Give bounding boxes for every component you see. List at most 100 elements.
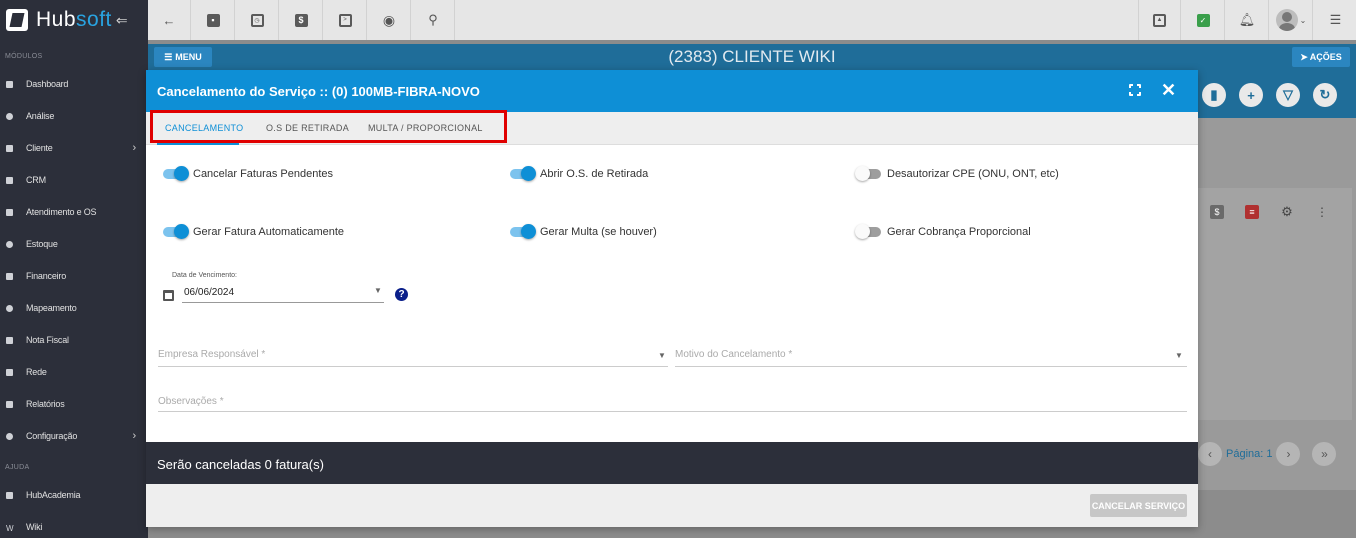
- summary-text: Serão canceladas 0 fatura(s): [157, 457, 324, 472]
- toggle-label: Desautorizar CPE (ONU, ONT, etc): [887, 168, 1059, 180]
- invoice-icon[interactable]: ≡: [1245, 205, 1259, 219]
- document-button[interactable]: ▮: [1202, 83, 1226, 107]
- toggle-switch[interactable]: [510, 166, 536, 181]
- sidebar-item-label: Nota Fiscal: [26, 335, 69, 345]
- calendar-icon: [6, 208, 13, 216]
- finance-icon[interactable]: $: [1210, 205, 1224, 219]
- refresh-icon: ↻: [1319, 87, 1331, 102]
- cancel-service-modal: Cancelamento do Serviço :: (0) 100MB-FIB…: [146, 70, 1198, 527]
- brand-name-accent: soft: [76, 8, 112, 31]
- sidebar-item-atendimento[interactable]: Atendimento e OS: [0, 202, 148, 222]
- toggle-desautorizar-cpe[interactable]: Desautorizar CPE (ONU, ONT, etc): [855, 166, 1059, 181]
- search-button[interactable]: ⚲: [412, 0, 455, 40]
- dropdown-caret-icon[interactable]: ▼: [374, 286, 382, 295]
- more-vertical-icon[interactable]: ⋮: [1315, 205, 1329, 219]
- arrow-left-icon: ←: [162, 12, 176, 28]
- next-page-button[interactable]: ›: [1276, 442, 1301, 466]
- cancel-service-button[interactable]: CANCELAR SERVIÇO: [1090, 494, 1187, 517]
- toggle-switch[interactable]: [855, 166, 881, 181]
- modal-title: Cancelamento do Serviço :: (0) 100MB-FIB…: [157, 84, 480, 99]
- eye-icon: ◉: [382, 11, 396, 28]
- sidebar-item-financeiro[interactable]: Financeiro: [0, 266, 148, 286]
- close-icon[interactable]: ✕: [1161, 80, 1176, 101]
- send-icon: ➤: [1300, 51, 1308, 62]
- list-icon: ☰: [1329, 12, 1342, 27]
- reason-caret-icon[interactable]: ▼: [1175, 351, 1183, 360]
- chevron-down-icon: ⌄: [1299, 15, 1307, 25]
- list-menu-button[interactable]: ☰: [1314, 0, 1356, 40]
- chevron-right-icon: ›: [132, 142, 137, 154]
- gear-icon[interactable]: ⚙: [1280, 204, 1294, 219]
- filter-icon: ▽: [1283, 87, 1293, 102]
- company-select[interactable]: Empresa Responsável *: [158, 349, 265, 360]
- sidebar-item-relatorios[interactable]: Relatórios: [0, 394, 148, 414]
- sidebar-item-label: Atendimento e OS: [26, 207, 97, 217]
- toggle-label: Gerar Cobrança Proporcional: [887, 226, 1031, 238]
- actions-button[interactable]: ➤ AÇÕES: [1292, 47, 1350, 67]
- chevron-right-icon: ›: [1286, 447, 1291, 461]
- refresh-button[interactable]: ↻: [1313, 83, 1337, 107]
- notes-underline: [158, 411, 1187, 412]
- toggle-label: Gerar Multa (se houver): [540, 226, 657, 238]
- reason-select[interactable]: Motivo do Cancelamento *: [675, 349, 792, 360]
- toggle-switch[interactable]: [163, 224, 189, 239]
- terminal-button[interactable]: >: [324, 0, 367, 40]
- prev-page-button[interactable]: ‹: [1198, 442, 1222, 466]
- contact-card-icon: ▪: [206, 13, 220, 27]
- contact-button[interactable]: ▪: [192, 0, 235, 40]
- notifications-button[interactable]: 🔔︎: [1226, 0, 1269, 40]
- due-date-input[interactable]: 06/06/2024: [184, 287, 234, 298]
- sidebar-item-dashboard[interactable]: Dashboard: [0, 74, 148, 94]
- fullscreen-icon[interactable]: [1128, 83, 1142, 97]
- terminal-icon: >: [338, 13, 352, 27]
- calendar-icon[interactable]: [163, 290, 174, 301]
- toggle-switch[interactable]: [855, 224, 881, 239]
- toggle-abrir-os[interactable]: Abrir O.S. de Retirada: [510, 166, 648, 181]
- company-caret-icon[interactable]: ▼: [658, 351, 666, 360]
- sidebar-item-configuracao[interactable]: Configuração ›: [0, 426, 148, 446]
- box-icon: [6, 240, 13, 248]
- add-button[interactable]: +: [1239, 83, 1263, 107]
- user-menu-button[interactable]: ⌄: [1270, 0, 1313, 40]
- client-icon: [6, 144, 13, 152]
- back-button[interactable]: ←: [148, 0, 191, 40]
- toggle-cobranca-proporcional[interactable]: Gerar Cobrança Proporcional: [855, 224, 1031, 239]
- sidebar-item-cliente[interactable]: Cliente ›: [0, 138, 148, 158]
- pdf-button[interactable]: ▲: [1138, 0, 1181, 40]
- search-icon: ⚲: [428, 12, 438, 27]
- sidebar-item-estoque[interactable]: Estoque: [0, 234, 148, 254]
- last-page-button[interactable]: »: [1312, 442, 1337, 466]
- pagination: ‹ Página: 1 › »: [1198, 438, 1352, 470]
- help-icon[interactable]: ?: [395, 288, 408, 301]
- sidebar-item-analise[interactable]: Análise: [0, 106, 148, 126]
- sidebar-item-wiki[interactable]: W Wiki: [0, 517, 148, 537]
- toggle-switch[interactable]: [510, 224, 536, 239]
- toggle-cancelar-faturas[interactable]: Cancelar Faturas Pendentes: [163, 166, 333, 181]
- sidebar-item-label: Dashboard: [26, 79, 69, 89]
- schedule-button[interactable]: ◷: [236, 0, 279, 40]
- chevron-right-icon: ›: [132, 430, 137, 442]
- sidebar-item-rede[interactable]: Rede: [0, 362, 148, 382]
- view-button[interactable]: ◉: [368, 0, 411, 40]
- collapse-sidebar-icon[interactable]: ⇐: [116, 12, 128, 29]
- sidebar-item-crm[interactable]: CRM: [0, 170, 148, 190]
- toggle-label: Gerar Fatura Automaticamente: [193, 226, 345, 238]
- sidebar-item-label: Mapeamento: [26, 303, 77, 313]
- finance-button[interactable]: $: [280, 0, 323, 40]
- filter-button[interactable]: ▽: [1276, 83, 1300, 107]
- notes-input[interactable]: Observações *: [158, 396, 224, 407]
- brand-logo[interactable]: Hubsoft ⇐: [0, 0, 148, 40]
- toggle-gerar-multa[interactable]: Gerar Multa (se houver): [510, 224, 657, 239]
- sidebar-item-hubacademia[interactable]: HubAcademia: [0, 485, 148, 505]
- sidebar-item-mapeamento[interactable]: Mapeamento: [0, 298, 148, 318]
- sidebar-item-nota-fiscal[interactable]: Nota Fiscal: [0, 330, 148, 350]
- double-chevron-right-icon: »: [1321, 447, 1328, 461]
- toggle-gerar-fatura[interactable]: Gerar Fatura Automaticamente: [163, 224, 345, 239]
- dashboard-icon: [6, 80, 13, 88]
- wiki-icon: W: [6, 523, 14, 533]
- sidebar-item-label: Financeiro: [26, 271, 67, 281]
- task-button[interactable]: ✓: [1182, 0, 1225, 40]
- sidebar-item-label: Cliente: [26, 143, 53, 153]
- toggle-switch[interactable]: [163, 166, 189, 181]
- tabs-highlight-box: [150, 110, 507, 143]
